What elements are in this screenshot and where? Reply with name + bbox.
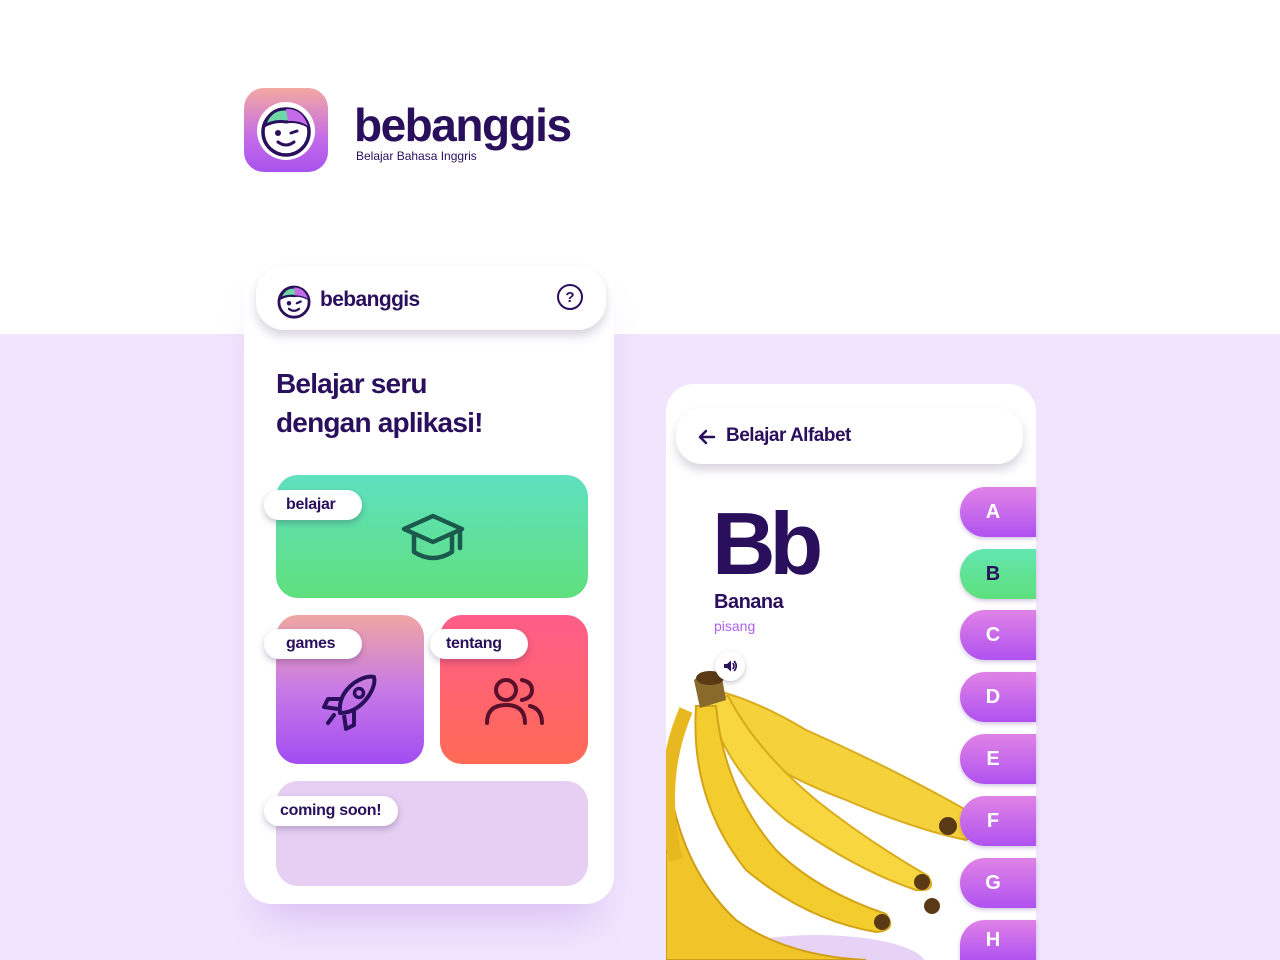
app-icon [244, 88, 328, 172]
letter-tab-c[interactable]: C [960, 610, 1036, 660]
letter-tab-h[interactable]: H [960, 920, 1036, 960]
letter-tab-a[interactable]: A [960, 487, 1036, 537]
graduation-cap-icon [401, 513, 465, 561]
word-translation: pisang [714, 618, 756, 634]
mascot-face-icon [257, 102, 315, 160]
games-label: games [264, 629, 362, 659]
letter-tab-e[interactable]: E [960, 734, 1036, 784]
current-letter: Bb [712, 494, 823, 593]
users-icon [485, 678, 544, 725]
letter-tab-d[interactable]: D [960, 672, 1036, 722]
home-headline: Belajar seru dengan aplikasi! [276, 364, 596, 442]
headline-line-2: dengan aplikasi! [276, 407, 483, 438]
letter-tab-g[interactable]: G [960, 858, 1036, 908]
rocket-icon [322, 674, 377, 731]
brand-tagline: Belajar Bahasa Inggris [356, 149, 477, 163]
letter-tab-f[interactable]: F [960, 796, 1036, 846]
top-background [0, 0, 1280, 334]
alphabet-title: Belajar Alfabet [726, 425, 851, 446]
mascot-logo-icon [277, 285, 311, 319]
play-sound-button[interactable] [715, 651, 745, 681]
example-word: Banana [714, 591, 784, 613]
letter-tab-b[interactable]: B [960, 549, 1036, 599]
belajar-label: belajar [264, 490, 362, 520]
home-header-title: bebanggis [320, 288, 420, 311]
bottom-background [0, 334, 1280, 960]
help-icon[interactable]: ? [557, 284, 583, 310]
back-arrow-icon[interactable] [697, 427, 717, 447]
brand-name: bebanggis [354, 99, 572, 151]
coming-soon-label: coming soon! [264, 796, 398, 826]
tentang-label: tentang [430, 629, 528, 659]
headline-line-1: Belajar seru [276, 368, 428, 399]
speaker-icon [724, 660, 738, 672]
